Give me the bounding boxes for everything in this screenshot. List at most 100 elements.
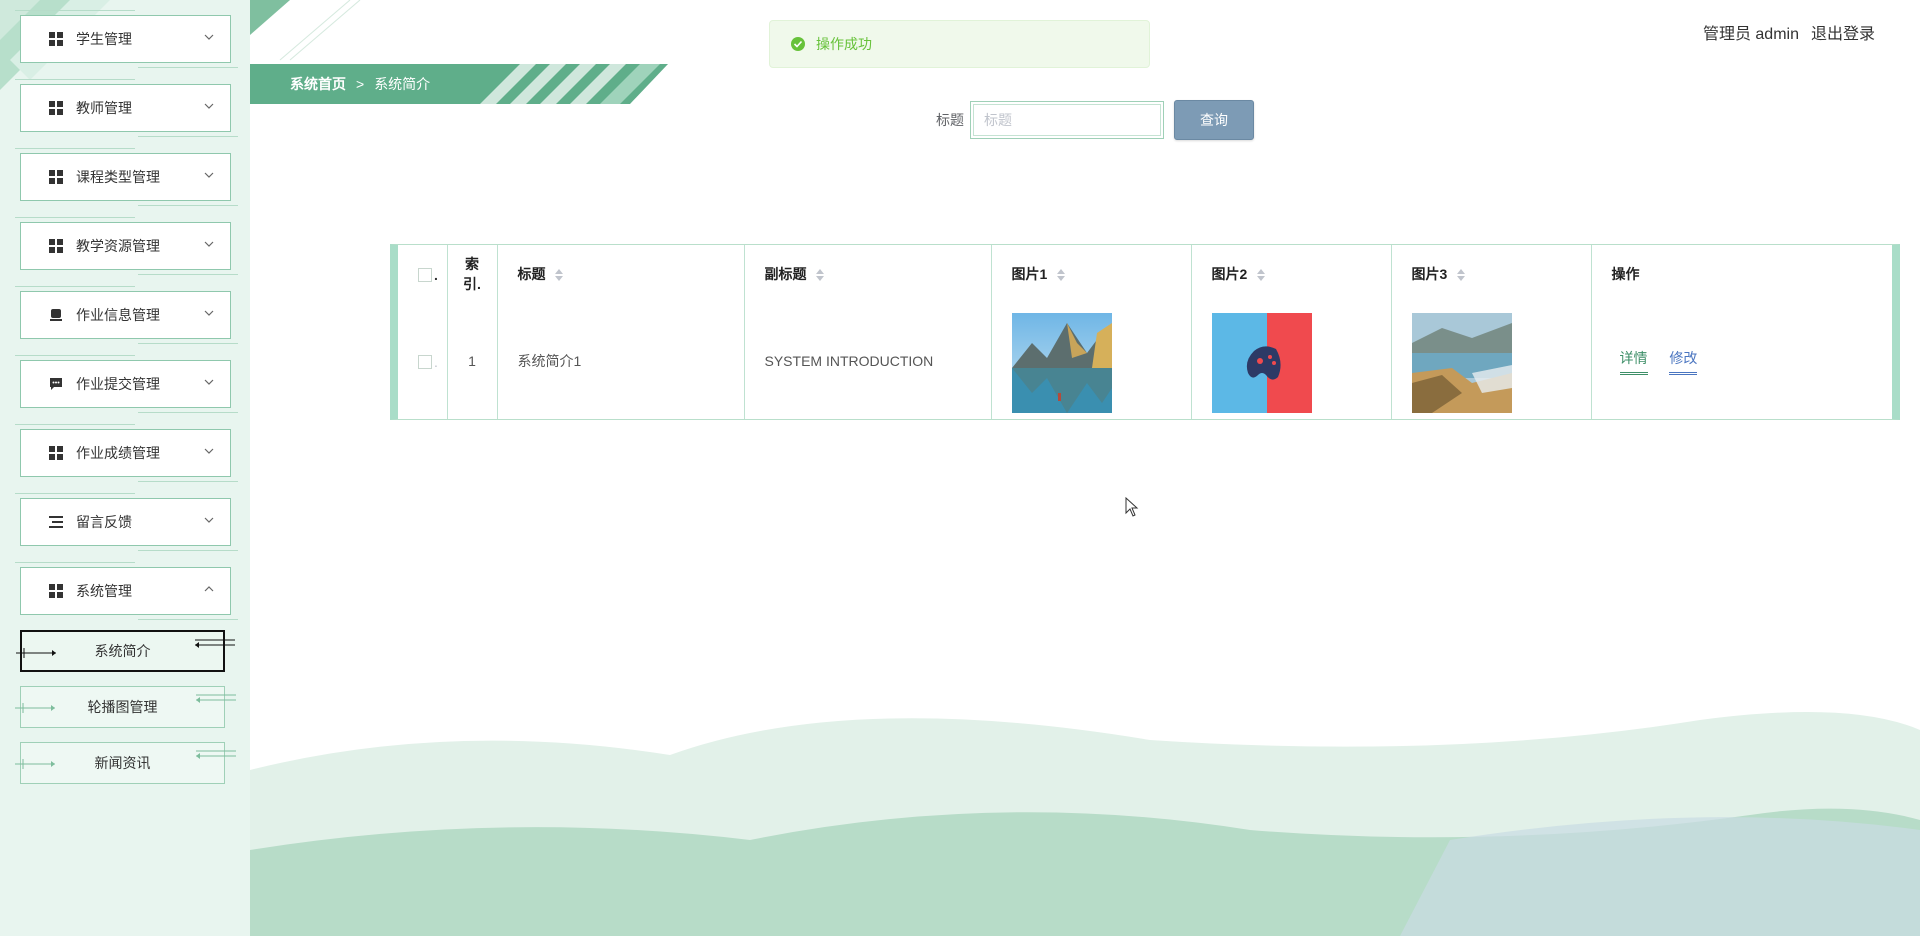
menu-label: 作业成绩管理 [76, 445, 160, 461]
menu-teacher[interactable]: 教师管理 [15, 79, 238, 137]
header-index: 索引. [447, 245, 498, 303]
grid-icon [48, 238, 64, 254]
header-img2-label: 图片2 [1211, 266, 1248, 282]
header-title[interactable]: 标题 [497, 245, 745, 303]
search-button[interactable]: 查询 [1174, 100, 1254, 140]
menu-student[interactable]: 学生管理 [15, 10, 238, 68]
row-title: 系统简介1 [497, 303, 745, 419]
grid-icon [48, 31, 64, 47]
sort-icon[interactable] [1457, 269, 1466, 282]
user-bar: 管理员 admin 退出登录 [1703, 20, 1875, 44]
chevron-down-icon [204, 448, 214, 454]
menu-label: 作业信息管理 [76, 307, 160, 323]
submenu-system-intro[interactable]: 系统简介 [16, 630, 235, 672]
header-img2[interactable]: 图片2 [1191, 245, 1392, 303]
lake-mountain-image[interactable] [1011, 313, 1112, 413]
menu-teaching-resource[interactable]: 教学资源管理 [15, 217, 238, 275]
sort-icon[interactable] [1057, 269, 1066, 282]
row-img2 [1191, 303, 1392, 419]
mouse-cursor-icon [1125, 497, 1139, 517]
menu-homework-submit[interactable]: 作业提交管理 [15, 355, 238, 413]
header-img3[interactable]: 图片3 [1391, 245, 1592, 303]
header-index-label: 索引. [463, 256, 481, 292]
toast-message: 操作成功 [816, 36, 872, 52]
chevron-down-icon [204, 103, 214, 109]
user-role: 管理员 admin [1702, 26, 1799, 43]
menu-label: 学生管理 [76, 31, 132, 47]
menu-label: 课程类型管理 [76, 169, 160, 185]
row-img1 [991, 303, 1192, 419]
gamepad-image[interactable] [1211, 313, 1312, 413]
menu-course-type[interactable]: 课程类型管理 [15, 148, 238, 206]
grid-icon [48, 100, 64, 116]
header-img3-label: 图片3 [1411, 266, 1448, 282]
row-checkbox[interactable] [418, 354, 432, 369]
chevron-down-icon [204, 379, 214, 385]
menu-homework-info[interactable]: 作业信息管理 [15, 286, 238, 344]
menu-homework-grade[interactable]: 作业成绩管理 [15, 424, 238, 482]
submenu-news[interactable]: 新闻资讯 [15, 742, 236, 784]
breadcrumb-current: 系统简介 [374, 76, 431, 92]
table-header-row: . 索引. 标题 副标题 图片1 图片2 图片3 操作 [398, 245, 1892, 303]
header-ops: 操作 [1591, 245, 1892, 303]
chevron-down-icon [204, 310, 214, 316]
arrow-decoration-icon [15, 703, 55, 713]
row-subtitle: SYSTEM INTRODUCTION [744, 303, 992, 419]
list-icon [48, 514, 64, 530]
detail-link[interactable]: 详情 [1619, 348, 1648, 375]
menu-system[interactable]: 系统管理 [15, 562, 238, 620]
sort-icon[interactable] [816, 269, 825, 282]
menu-label: 教师管理 [76, 100, 132, 116]
header-img1[interactable]: 图片1 [991, 245, 1192, 303]
background-waves [250, 712, 1920, 936]
chevron-down-icon [204, 172, 214, 178]
cup-icon [48, 307, 64, 323]
submenu-label: 新闻资讯 [94, 755, 151, 771]
row-img3 [1391, 303, 1592, 419]
select-all-checkbox[interactable] [418, 267, 432, 282]
chevron-down-icon [204, 241, 214, 247]
chevron-down-icon [204, 34, 214, 40]
breadcrumb-separator: > [356, 76, 365, 92]
search-form: 标题 查询 [936, 100, 1254, 140]
breadcrumb-home[interactable]: 系统首页 [290, 74, 346, 94]
search-input[interactable] [973, 104, 1161, 136]
data-table: . 索引. 标题 副标题 图片1 图片2 图片3 操作 . 1 系统简介1 SY… [390, 244, 1900, 420]
menu-label: 作业提交管理 [76, 376, 160, 392]
sort-icon[interactable] [555, 269, 564, 282]
header-subtitle-label: 副标题 [764, 266, 807, 282]
header-select-all: . [398, 245, 448, 303]
arrow-decoration-icon [196, 694, 236, 703]
row-select: . [398, 303, 448, 419]
grid-icon [48, 445, 64, 461]
table-row: . 1 系统简介1 SYSTEM INTRODUCTION 详情 修改 [398, 303, 1892, 419]
chevron-up-icon [204, 586, 214, 592]
menu-label: 系统管理 [76, 583, 132, 599]
submenu-label: 系统简介 [94, 643, 151, 659]
sidebar: 学生管理 教师管理 课程类型管理 教学资源管理 作业信息管理 作业提交管理 作业… [0, 0, 250, 936]
header-img1-label: 图片1 [1011, 266, 1048, 282]
arrow-decoration-icon [195, 639, 235, 648]
row-ops: 详情 修改 [1591, 303, 1892, 419]
menu-label: 教学资源管理 [76, 238, 160, 254]
sort-icon[interactable] [1257, 269, 1266, 282]
check-circle-icon [791, 37, 805, 51]
header-ops-label: 操作 [1611, 266, 1640, 282]
chat-icon [48, 376, 64, 392]
row-check-text: . [434, 353, 438, 370]
logout-link[interactable]: 退出登录 [1811, 20, 1875, 44]
grid-icon [48, 169, 64, 185]
header-subtitle[interactable]: 副标题 [744, 245, 992, 303]
arrow-decoration-icon [16, 648, 56, 658]
menu-label: 留言反馈 [76, 514, 132, 530]
header-check-text: . [434, 266, 438, 283]
submenu-label: 轮播图管理 [87, 699, 158, 715]
grid-icon [48, 583, 64, 599]
edit-link[interactable]: 修改 [1669, 348, 1698, 375]
menu-feedback[interactable]: 留言反馈 [15, 493, 238, 551]
success-toast: 操作成功 [769, 20, 1150, 68]
chevron-down-icon [204, 517, 214, 523]
search-input-wrapper [970, 101, 1164, 139]
submenu-carousel[interactable]: 轮播图管理 [15, 686, 236, 728]
coast-image[interactable] [1411, 313, 1512, 413]
